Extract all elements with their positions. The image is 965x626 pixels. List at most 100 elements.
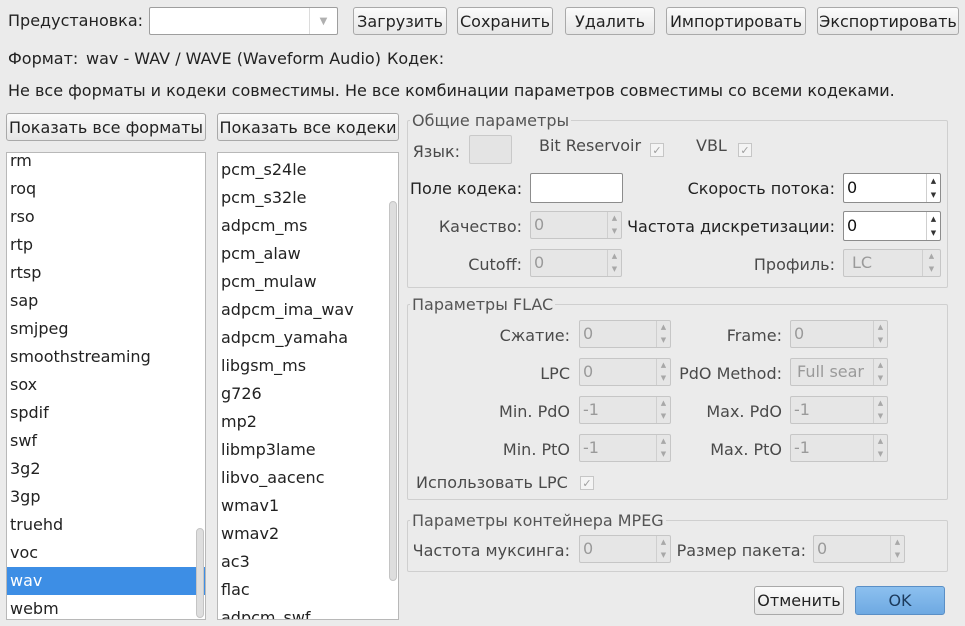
compression-value: 0 xyxy=(583,324,594,343)
format-list-item[interactable]: rtp xyxy=(7,231,205,259)
arrow-up-icon[interactable]: ▲ xyxy=(608,250,621,263)
codec-list-item[interactable]: adpcm_yamaha xyxy=(218,324,398,352)
format-list-item[interactable]: rso xyxy=(7,203,205,231)
arrow-up-icon[interactable]: ▲ xyxy=(608,212,621,225)
bit-reservoir-label: Bit Reservoir xyxy=(539,136,642,155)
arrow-up-icon[interactable]: ▲ xyxy=(891,536,904,549)
show-all-codecs-button[interactable]: Показать все кодеки xyxy=(217,113,399,141)
arrow-up-icon[interactable]: ▲ xyxy=(657,435,670,448)
format-list-item[interactable]: smoothstreaming xyxy=(7,343,205,371)
lpc-spinbox[interactable]: 0 ▲ ▼ xyxy=(579,358,671,386)
format-list-item[interactable]: webm xyxy=(7,595,205,619)
profile-combobox[interactable]: LC ▲ ▼ xyxy=(843,249,941,277)
formats-scrollbar[interactable] xyxy=(196,528,204,618)
format-list-item[interactable]: 3gp xyxy=(7,483,205,511)
codec-list-item[interactable]: ac3 xyxy=(218,548,398,576)
codec-list-item[interactable]: libvo_aacenc xyxy=(218,464,398,492)
arrow-down-icon[interactable]: ▼ xyxy=(608,263,621,276)
format-list-item[interactable]: rtsp xyxy=(7,259,205,287)
cutoff-spinbox[interactable]: 0 ▲ ▼ xyxy=(530,249,622,277)
arrow-up-icon[interactable]: ▲ xyxy=(927,174,940,188)
arrow-up-icon[interactable]: ▲ xyxy=(874,321,887,334)
format-list-item[interactable]: swf xyxy=(7,427,205,455)
arrow-down-icon[interactable]: ▼ xyxy=(608,225,621,238)
max-pdo-spinbox[interactable]: -1 ▲ ▼ xyxy=(790,396,888,424)
cancel-button[interactable]: Отменить xyxy=(754,586,844,615)
show-all-formats-button[interactable]: Показать все форматы xyxy=(6,113,206,141)
quality-spinbox[interactable]: 0 ▲ ▼ xyxy=(530,211,622,239)
arrow-up-icon[interactable]: ▲ xyxy=(657,397,670,410)
codec-list-item[interactable]: wmav1 xyxy=(218,492,398,520)
codecs-scrollbar[interactable] xyxy=(389,201,397,581)
codec-list-item[interactable]: adpcm_ima_wav xyxy=(218,296,398,324)
codec-list-item[interactable]: pcm_mulaw xyxy=(218,268,398,296)
arrow-down-icon[interactable]: ▼ xyxy=(874,334,887,347)
format-list-item[interactable]: sap xyxy=(7,287,205,315)
format-list-item[interactable]: sox xyxy=(7,371,205,399)
codec-list-item[interactable]: pcm_s24le xyxy=(218,156,398,184)
min-pto-spinbox[interactable]: -1 ▲ ▼ xyxy=(579,434,671,462)
preset-combobox[interactable]: ▼ xyxy=(149,7,338,35)
arrow-down-icon[interactable]: ▼ xyxy=(891,549,904,562)
language-box[interactable] xyxy=(469,135,512,164)
codec-list-item[interactable]: libmp3lame xyxy=(218,436,398,464)
arrow-down-icon[interactable]: ▼ xyxy=(657,334,670,347)
codec-list-item[interactable]: adpcm_swf xyxy=(218,604,398,619)
mux-rate-spinbox[interactable]: 0 ▲ ▼ xyxy=(579,535,671,563)
codec-list-item[interactable]: pcm_s32le xyxy=(218,184,398,212)
samplerate-spinbox[interactable]: 0 ▲ ▼ xyxy=(843,211,941,241)
format-list-item[interactable]: wav xyxy=(7,567,205,595)
arrow-down-icon[interactable]: ▼ xyxy=(657,410,670,423)
arrow-down-icon[interactable]: ▼ xyxy=(874,448,887,461)
arrow-up-icon[interactable]: ▲ xyxy=(657,321,670,334)
format-list-item[interactable]: truehd xyxy=(7,511,205,539)
delete-button[interactable]: Удалить xyxy=(565,7,655,35)
codec-list-item[interactable]: mp2 xyxy=(218,408,398,436)
bit-reservoir-checkbox[interactable]: ✓ xyxy=(650,143,664,157)
codec-list-item[interactable]: libgsm_ms xyxy=(218,352,398,380)
chevron-down-icon[interactable]: ▼ xyxy=(309,8,337,34)
format-list-item[interactable]: smjpeg xyxy=(7,315,205,343)
arrow-down-icon[interactable]: ▼ xyxy=(657,549,670,562)
ok-button[interactable]: OK xyxy=(855,586,945,615)
codecs-list[interactable]: pcm_s24le pcm_s32le adpcm_ms pcm_alaw pcm_mu… xyxy=(217,152,399,620)
format-list-item[interactable]: spdif xyxy=(7,399,205,427)
packet-size-spinbox[interactable]: 0 ▲ ▼ xyxy=(813,535,905,563)
format-list-item[interactable]: voc xyxy=(7,539,205,567)
arrow-down-icon[interactable]: ▼ xyxy=(657,448,670,461)
format-list-item[interactable]: 3g2 xyxy=(7,455,205,483)
max-pto-spinbox[interactable]: -1 ▲ ▼ xyxy=(790,434,888,462)
arrow-up-icon[interactable]: ▲ xyxy=(874,435,887,448)
arrow-down-icon: ▼ xyxy=(877,374,884,382)
arrow-up-icon[interactable]: ▲ xyxy=(874,397,887,410)
codec-field-input[interactable] xyxy=(530,173,623,203)
codec-list-item[interactable]: flac xyxy=(218,576,398,604)
formats-list[interactable]: rm roq rso rtp rtsp sap smjpeg smoothstreaming s… xyxy=(6,152,206,620)
codec-list-item[interactable]: pcm_alaw xyxy=(218,240,398,268)
format-list-item[interactable]: roq xyxy=(7,175,205,203)
use-lpc-checkbox[interactable]: ✓ xyxy=(580,476,594,490)
vbl-checkbox[interactable]: ✓ xyxy=(738,143,752,157)
bitrate-spinbox[interactable]: 0 ▲ ▼ xyxy=(843,173,941,203)
arrow-down-icon[interactable]: ▼ xyxy=(927,188,940,202)
arrow-up-icon[interactable]: ▲ xyxy=(657,359,670,372)
import-button[interactable]: Импортировать xyxy=(666,7,806,35)
frame-spinbox[interactable]: 0 ▲ ▼ xyxy=(790,320,888,348)
arrow-down-icon[interactable]: ▼ xyxy=(927,226,940,240)
min-pdo-label: Min. PdO xyxy=(499,402,570,421)
codec-list-item[interactable]: adpcm_ms xyxy=(218,212,398,240)
save-button[interactable]: Сохранить xyxy=(457,7,553,35)
format-value: wav - WAV / WAVE (Waveform Audio) xyxy=(86,49,381,68)
codec-list-item[interactable]: g726 xyxy=(218,380,398,408)
format-list-item[interactable]: rm xyxy=(7,153,205,175)
load-button[interactable]: Загрузить xyxy=(353,7,447,35)
codec-list-item[interactable]: wmav2 xyxy=(218,520,398,548)
arrow-down-icon[interactable]: ▼ xyxy=(874,410,887,423)
pdo-method-combobox[interactable]: Full sear ▲ ▼ xyxy=(790,358,888,386)
export-button[interactable]: Экспортировать xyxy=(817,7,959,35)
compression-spinbox[interactable]: 0 ▲ ▼ xyxy=(579,320,671,348)
min-pdo-spinbox[interactable]: -1 ▲ ▼ xyxy=(579,396,671,424)
arrow-down-icon[interactable]: ▼ xyxy=(657,372,670,385)
arrow-up-icon[interactable]: ▲ xyxy=(927,212,940,226)
arrow-up-icon[interactable]: ▲ xyxy=(657,536,670,549)
